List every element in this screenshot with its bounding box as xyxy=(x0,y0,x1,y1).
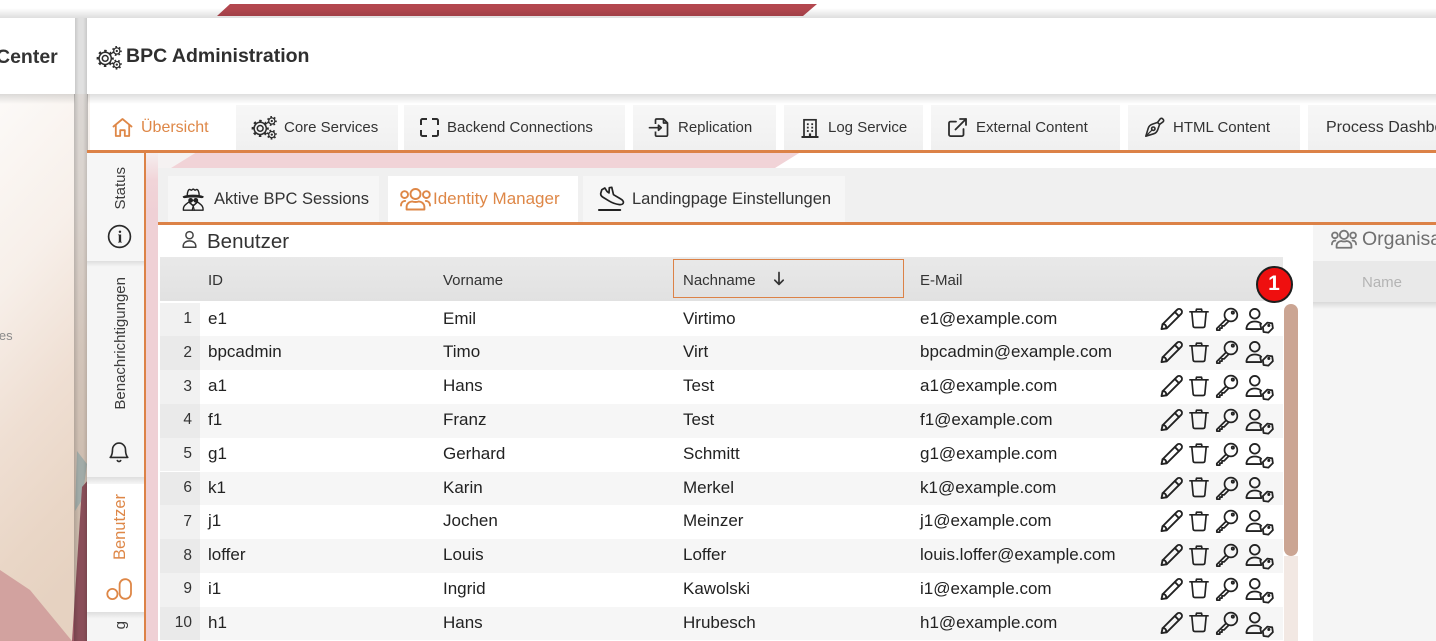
svg-text:i: i xyxy=(117,227,122,246)
